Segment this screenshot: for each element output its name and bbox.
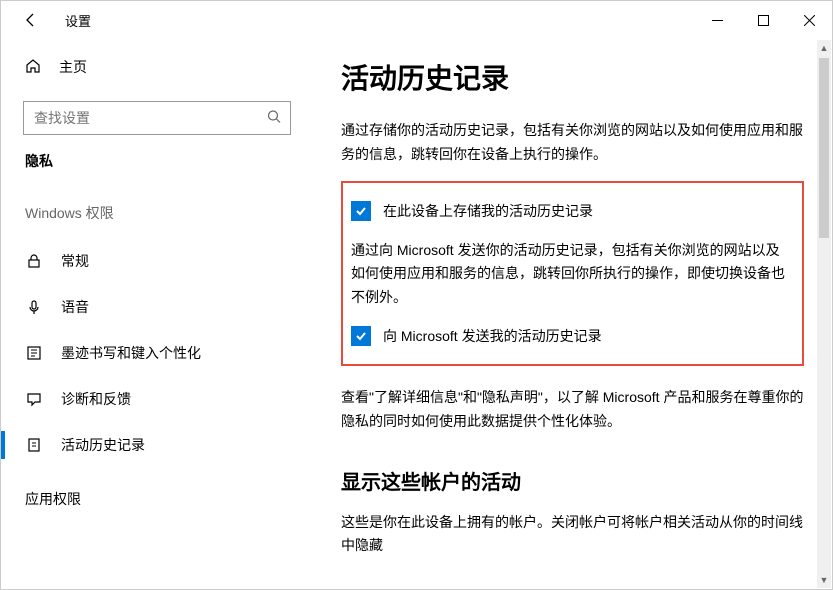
sidebar-item-inking[interactable]: 墨迹书写和键入个性化 (1, 333, 313, 373)
back-button[interactable] (15, 4, 47, 36)
window-controls (694, 4, 832, 36)
mic-icon (25, 299, 43, 315)
feedback-icon (25, 391, 43, 407)
lock-icon (25, 253, 43, 269)
accounts-heading: 显示这些帐户的活动 (341, 466, 804, 495)
titlebar: 设置 (1, 1, 832, 39)
window-title: 设置 (65, 11, 91, 30)
maximize-button[interactable] (740, 4, 786, 36)
scroll-thumb[interactable] (819, 58, 829, 238)
sidebar-item-label: 诊断和反馈 (61, 389, 131, 409)
privacy-note: 查看"了解详细信息"和"隐私声明"，以了解 Microsoft 产品和服务在尊重… (341, 386, 804, 434)
accounts-desc: 这些是你在此设备上拥有的帐户。关闭帐户可将帐户相关活动从你的时间线中隐藏 (341, 511, 804, 559)
close-button[interactable] (786, 4, 832, 36)
mid-description: 通过向 Microsoft 发送你的活动历史记录，包括有关你浏览的网站以及如何使… (351, 239, 788, 310)
sidebar-home[interactable]: 主页 (1, 47, 313, 87)
intro-text: 通过存储你的活动历史记录，包括有关你浏览的网站以及如何使用应用和服务的信息，跳转… (341, 119, 804, 167)
checkbox-store[interactable] (351, 201, 371, 221)
sidebar-item-general[interactable]: 常规 (1, 241, 313, 281)
checkbox-store-label: 在此设备上存储我的活动历史记录 (383, 201, 593, 221)
search-input[interactable] (23, 101, 291, 135)
sidebar-group-header: Windows 权限 (1, 203, 313, 223)
history-icon (25, 437, 43, 453)
sidebar-item-activity-history[interactable]: 活动历史记录 (1, 425, 313, 465)
inking-icon (25, 345, 43, 361)
sidebar-item-label: 语音 (61, 297, 89, 317)
page-title: 活动历史记录 (341, 57, 804, 97)
sidebar-item-speech[interactable]: 语音 (1, 287, 313, 327)
checkbox-row-store[interactable]: 在此设备上存储我的活动历史记录 (351, 201, 788, 221)
main-panel: 活动历史记录 通过存储你的活动历史记录，包括有关你浏览的网站以及如何使用应用和服… (313, 39, 832, 589)
scroll-up-icon[interactable]: ▲ (817, 40, 831, 56)
sidebar-section: 隐私 (1, 151, 313, 171)
highlight-box: 在此设备上存储我的活动历史记录 通过向 Microsoft 发送你的活动历史记录… (341, 181, 804, 366)
scrollbar[interactable]: ▲ ▼ (817, 40, 831, 588)
checkbox-send[interactable] (351, 326, 371, 346)
sidebar-home-label: 主页 (59, 57, 87, 77)
sidebar-item-label: 常规 (61, 251, 89, 271)
checkbox-row-send[interactable]: 向 Microsoft 发送我的活动历史记录 (351, 326, 788, 346)
scroll-down-icon[interactable]: ▼ (817, 572, 831, 588)
sidebar-item-label: 墨迹书写和键入个性化 (61, 343, 201, 363)
home-icon (25, 58, 41, 77)
minimize-button[interactable] (694, 4, 740, 36)
sidebar-item-diagnostics[interactable]: 诊断和反馈 (1, 379, 313, 419)
sidebar: 主页 隐私 Windows 权限 常规 语音 墨 (1, 39, 313, 589)
checkbox-send-label: 向 Microsoft 发送我的活动历史记录 (383, 326, 602, 346)
search-wrap (23, 101, 291, 135)
sidebar-app-permissions: 应用权限 (1, 465, 313, 509)
sidebar-item-label: 活动历史记录 (61, 435, 145, 455)
search-icon (267, 110, 281, 127)
